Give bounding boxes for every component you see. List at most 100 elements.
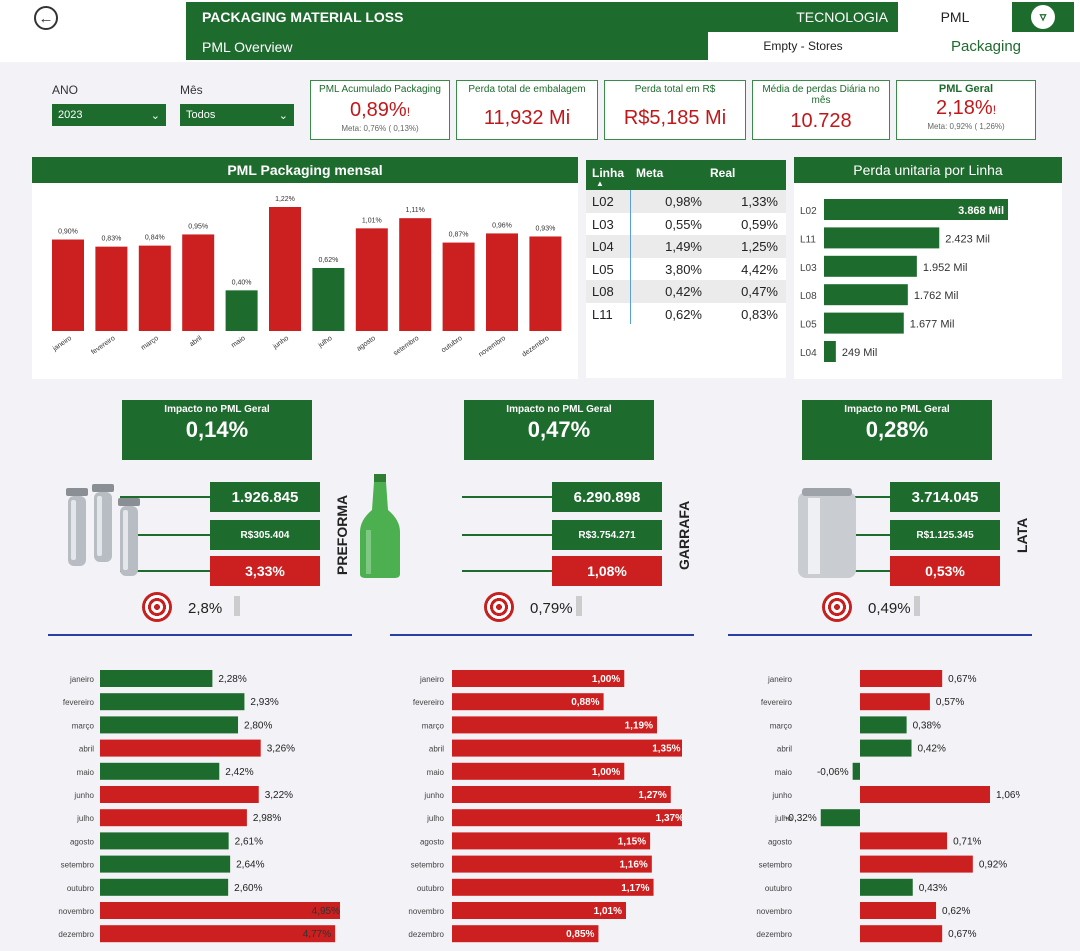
product-month-bar[interactable] <box>100 693 245 711</box>
product-month-label: abril <box>429 745 444 754</box>
cell-linha: L02 <box>592 194 614 209</box>
nav-tecnologia[interactable]: TECNOLOGIA <box>796 9 888 25</box>
product-month-bar[interactable] <box>100 786 259 803</box>
kpi-value: 0,89%! <box>349 99 411 121</box>
monthly-bar[interactable] <box>399 218 432 331</box>
table-row[interactable]: L08 0,42% 0,47% <box>586 280 786 303</box>
monthly-bar[interactable] <box>486 233 518 331</box>
col-meta[interactable]: Meta <box>636 166 663 180</box>
product-month-label: dezembro <box>408 930 444 939</box>
monthly-bar[interactable] <box>312 267 345 331</box>
product-image <box>776 478 886 593</box>
nav-pml[interactable]: PML <box>898 2 1012 32</box>
monthly-bar[interactable] <box>225 290 258 331</box>
product-month-bar[interactable] <box>860 716 907 734</box>
product-month-value: 0,67% <box>948 929 976 940</box>
product-month-bar[interactable] <box>452 809 682 827</box>
per-line-bar[interactable] <box>824 312 904 334</box>
col-real[interactable]: Real <box>710 166 735 180</box>
product-month-bar[interactable] <box>100 832 229 850</box>
product-month-bar[interactable] <box>860 693 930 711</box>
table-row[interactable]: L03 0,55% 0,59% <box>586 213 786 236</box>
kpi-title: Perda total em R$ <box>634 84 716 95</box>
product-month-bar[interactable] <box>100 716 239 734</box>
product-month-value: 2,64% <box>236 860 264 871</box>
product-month-bar[interactable] <box>860 878 913 896</box>
product-month-bar[interactable] <box>100 809 247 827</box>
monthly-bar[interactable] <box>95 246 128 331</box>
product-month-value: 2,80% <box>244 720 272 731</box>
product-month-bar[interactable] <box>100 902 340 919</box>
month-select[interactable]: Todos ⌄ <box>180 104 294 126</box>
per-line-bar[interactable] <box>824 227 940 249</box>
per-line-bar[interactable] <box>824 284 908 306</box>
monthly-bar-label: 0,62% <box>318 257 338 264</box>
product-month-bar[interactable] <box>452 739 682 757</box>
product-month-bar[interactable] <box>860 855 973 873</box>
kpi-perda-rs: Perda total em R$ R$5,185 Mi <box>604 80 746 140</box>
monthly-bar[interactable] <box>355 228 388 331</box>
clear-filter-button[interactable]: ▿ <box>1012 2 1074 32</box>
table-row[interactable]: L11 0,62% 0,83% <box>586 303 786 326</box>
product-month-bar[interactable] <box>860 925 943 943</box>
product-month-value: -0,32% <box>785 813 817 824</box>
product-month-value: 2,28% <box>218 674 246 685</box>
impact-card: Impacto no PML Geral 0,47% <box>464 400 654 460</box>
product-month-bar[interactable] <box>100 878 229 896</box>
per-line-category: L08 <box>800 291 817 302</box>
monthly-bar[interactable] <box>182 234 215 331</box>
year-select-value: 2023 <box>58 109 83 121</box>
product-month-bar[interactable] <box>852 762 860 780</box>
per-line-category: L02 <box>800 206 817 217</box>
product-month-value: 1,35% <box>652 744 680 755</box>
product-month-bar[interactable] <box>860 739 912 757</box>
product-month-value: 3,26% <box>267 744 295 755</box>
nav-empty-stores[interactable]: Empty - Stores <box>708 32 898 60</box>
monthly-category-label: agosto <box>356 335 377 353</box>
monthly-bar[interactable] <box>529 236 562 331</box>
monthly-bar-label: 1,22% <box>275 196 295 203</box>
per-line-bar[interactable] <box>824 341 836 362</box>
impact-value: 0,47% <box>527 417 591 442</box>
product-month-value: 1,27% <box>638 790 666 801</box>
col-linha[interactable]: Linha <box>592 166 624 180</box>
product-month-value: 1,06% <box>996 790 1020 801</box>
monthly-bar[interactable] <box>269 207 301 331</box>
per-line-bar[interactable] <box>824 255 917 277</box>
product-units: 6.290.898 <box>552 482 662 512</box>
product-month-bar[interactable] <box>100 762 220 780</box>
product-month-label: novembro <box>756 907 792 916</box>
table-row[interactable]: L05 3,80% 4,42% <box>586 258 786 281</box>
product-month-bar[interactable] <box>860 786 990 803</box>
product-month-bar[interactable] <box>100 670 213 687</box>
monthly-bar[interactable] <box>52 239 84 331</box>
product-month-bar[interactable] <box>820 809 860 827</box>
product-month-bar[interactable] <box>100 855 231 873</box>
product-month-bar[interactable] <box>100 925 336 943</box>
product-month-bar[interactable] <box>860 902 937 919</box>
product-month-label: agosto <box>420 837 445 846</box>
product-month-label: maio <box>427 768 445 777</box>
year-select[interactable]: 2023 ⌄ <box>52 104 166 126</box>
chevron-down-icon: ⌄ <box>278 109 288 122</box>
monthly-bar[interactable] <box>442 242 475 331</box>
product-month-label: fevereiro <box>413 698 445 707</box>
nav-packaging[interactable]: Packaging <box>898 32 1074 60</box>
product-money: R$3.754.271 <box>552 520 662 550</box>
back-arrow-icon[interactable]: ← <box>34 6 58 30</box>
product-month-label: junho <box>771 791 792 800</box>
product-month-bar[interactable] <box>860 832 948 850</box>
product-month-label: setembro <box>759 861 793 870</box>
table-row[interactable]: L04 1,49% 1,25% <box>586 235 786 258</box>
section-divider <box>390 634 694 636</box>
product-month-label: maio <box>775 768 793 777</box>
product-month-value: 1,00% <box>592 767 620 778</box>
product-month-bar[interactable] <box>860 670 943 687</box>
monthly-bar[interactable] <box>138 245 171 331</box>
product-month-value: 2,93% <box>250 697 278 708</box>
kpi-pml-acumulado: PML Acumulado Packaging 0,89%! Meta: 0,7… <box>310 80 450 140</box>
connector-line <box>462 534 552 536</box>
per-line-value: 3.868 Mil <box>958 205 1004 217</box>
product-month-bar[interactable] <box>100 739 261 757</box>
table-row[interactable]: L02 0,98% 1,33% <box>586 190 786 213</box>
